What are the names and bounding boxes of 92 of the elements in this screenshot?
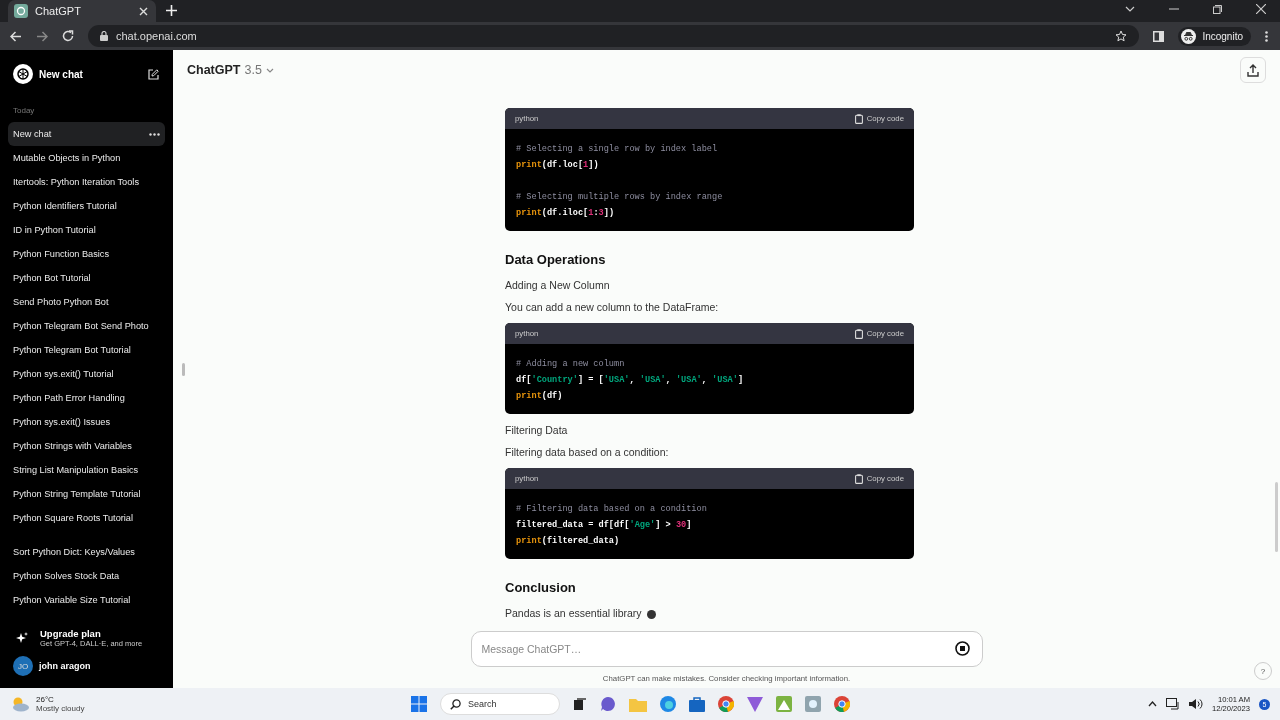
chevron-down-icon — [265, 67, 274, 73]
paragraph: Pandas is an essential library — [505, 607, 914, 620]
section-heading: Data Operations — [505, 252, 607, 267]
code-line: filtered_data = df[df['Age'] > 30] — [516, 519, 693, 532]
store-icon[interactable] — [689, 696, 705, 712]
restore-icon[interactable] — [1213, 4, 1222, 14]
code-line: print(filtered_data) — [516, 535, 621, 548]
chat-history-item[interactable]: Python Strings with Variables — [8, 434, 165, 458]
code-line: # Selecting multiple rows by index range — [516, 191, 724, 204]
chat-history-item[interactable]: Sort Python Dict: Keys/Values — [8, 540, 165, 564]
forward-icon[interactable] — [36, 30, 48, 42]
profile-button[interactable]: Incognito — [1178, 26, 1251, 46]
back-icon[interactable] — [10, 30, 22, 42]
chat-history-item[interactable]: Python Solves Stock Data — [8, 564, 165, 588]
upgrade-title: Upgrade plan — [40, 628, 102, 639]
avatar: JO — [13, 656, 33, 676]
task-view-icon[interactable] — [573, 697, 587, 711]
chat-history-item[interactable]: Python Identifiers Tutorial — [8, 194, 165, 218]
reload-icon[interactable] — [62, 30, 74, 42]
new-chat-button[interactable]: New chat — [8, 50, 165, 98]
code-line: print(df.iloc[1:3]) — [516, 207, 616, 220]
code-line: df['Country'] = ['USA', 'USA', 'USA', 'USA'] — [516, 374, 745, 387]
code-line: # Selecting a single row by index label — [516, 143, 719, 156]
stop-icon[interactable] — [954, 641, 970, 656]
side-panel-icon[interactable] — [1153, 30, 1165, 42]
temperature: 26°C — [36, 695, 55, 704]
chat-history-item[interactable]: Python String Template Tutorial — [8, 482, 165, 506]
scrollbar-thumb[interactable] — [1275, 482, 1278, 552]
search-icon — [450, 698, 461, 710]
chat-history-item[interactable]: Python Path Error Handling — [8, 386, 165, 410]
chrome-icon[interactable] — [834, 696, 850, 712]
chevron-up-icon[interactable] — [1148, 701, 1157, 707]
chat-history-item[interactable]: Python Function Basics — [8, 242, 165, 266]
code-line: # Filtering data based on a condition — [516, 503, 708, 516]
chat-history-item[interactable]: Python sys.exit() Tutorial — [8, 362, 165, 386]
chat-history-item[interactable]: Itertools: Python Iteration Tools — [8, 170, 165, 194]
paragraph: Filtering data based on a condition: — [505, 446, 670, 459]
chat-logo-icon — [14, 4, 28, 18]
triangle-app-icon[interactable] — [747, 696, 763, 712]
taskbar-search[interactable]: Search — [440, 693, 560, 715]
chat-history-item[interactable]: Python Variable Size Tutorial — [8, 588, 165, 612]
chevron-down-icon[interactable] — [1125, 6, 1135, 12]
clipboard-icon — [854, 473, 863, 484]
chat-history-item[interactable]: Python sys.exit() Issues — [8, 410, 165, 434]
chat-history-item[interactable]: ID in Python Tutorial — [8, 218, 165, 242]
paragraph: Filtering Data — [505, 424, 569, 437]
chat-history-item[interactable]: New chat — [8, 122, 165, 146]
cloud-sun-icon — [10, 696, 30, 712]
code-line: print(df.loc[1]) — [516, 159, 600, 172]
chat-bubble-icon[interactable] — [600, 696, 616, 712]
url-text: chat.openai.com — [116, 30, 198, 42]
chat-history-item[interactable]: Python Bot Tutorial — [8, 266, 165, 290]
lock-icon — [100, 31, 108, 41]
close-icon[interactable] — [139, 6, 148, 16]
code-line: # Adding a new column — [516, 358, 626, 371]
sparkle-icon — [16, 632, 28, 644]
chrome-icon[interactable] — [718, 696, 734, 712]
share-button[interactable] — [1240, 57, 1266, 83]
close-icon[interactable] — [1256, 4, 1266, 14]
edit-icon[interactable] — [148, 68, 159, 80]
user-menu[interactable]: JO john aragon — [8, 652, 165, 688]
weather-widget[interactable]: 26°C Mostly cloudy — [10, 695, 85, 713]
incognito-icon — [1181, 28, 1197, 44]
chat-history-item[interactable]: Mutable Objects in Python — [8, 146, 165, 170]
speaker-icon[interactable] — [1189, 698, 1203, 710]
browser-tab[interactable]: ChatGPT — [8, 0, 156, 22]
chat-history-item[interactable]: Send Photo Python Bot — [8, 290, 165, 314]
chat-history-item[interactable]: Python Telegram Bot Tutorial — [8, 338, 165, 362]
paragraph: You can add a new column to the DataFrame: — [505, 301, 720, 314]
network-icon[interactable] — [1166, 698, 1180, 710]
chat-history-item[interactable]: Python Telegram Bot Send Photo — [8, 314, 165, 338]
sidebar-resize-handle[interactable] — [182, 363, 185, 376]
section-heading: Conclusion — [505, 580, 577, 595]
paragraph: Adding a New Column — [505, 279, 611, 292]
chat-history-item[interactable]: Python Square Roots Tutorial — [8, 506, 165, 530]
share-icon — [1247, 63, 1259, 77]
message-input[interactable]: Message ChatGPT… — [470, 631, 983, 667]
address-bar[interactable]: chat.openai.com — [88, 25, 1140, 47]
clipboard-icon — [854, 328, 863, 339]
browser-icon[interactable] — [660, 696, 676, 712]
clipboard-icon — [854, 113, 863, 124]
model-selector[interactable]: ChatGPT 3.5 — [187, 63, 274, 77]
more-icon[interactable] — [1265, 30, 1268, 42]
group-label: Today — [12, 105, 36, 117]
code-line: print(df) — [516, 390, 564, 403]
chat-logo-icon — [13, 64, 33, 84]
new-tab-icon[interactable] — [166, 5, 177, 16]
star-icon[interactable] — [1115, 30, 1128, 42]
more-icon[interactable] — [149, 132, 160, 136]
windows-start-icon[interactable] — [411, 696, 427, 712]
weather-condition: Mostly cloudy — [36, 704, 85, 713]
chat-history-item[interactable]: String List Manipulation Basics — [8, 458, 165, 482]
